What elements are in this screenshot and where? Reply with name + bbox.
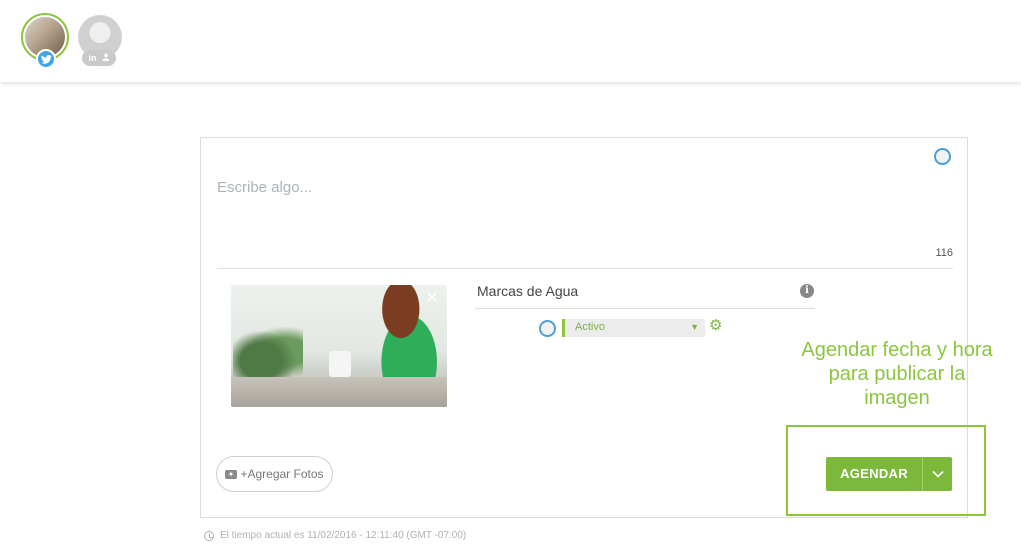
watermark-select[interactable]: Activo ▼: [562, 319, 705, 337]
watermark-title: Marcas de Agua: [477, 283, 579, 299]
post-text-input[interactable]: [217, 172, 917, 202]
annotation-text: Agendar fecha y hora para publicar la im…: [801, 339, 993, 409]
gear-icon[interactable]: ⚙: [709, 318, 722, 334]
add-photos-label: +Agregar Fotos: [240, 467, 324, 481]
linkedin-badge: in: [82, 50, 116, 66]
watermark-selected-value: Activo: [575, 321, 605, 333]
character-counter: 116: [935, 247, 953, 259]
caret-down-icon: ▼: [690, 322, 699, 332]
annotation-highlight-box: [786, 425, 986, 516]
divider: [217, 268, 953, 269]
clock-icon: [204, 530, 214, 541]
linkedin-icon: in: [88, 53, 97, 63]
account-bar: in: [0, 0, 1021, 82]
info-icon[interactable]: i: [800, 284, 814, 298]
attached-photo: ×: [231, 285, 447, 407]
user-icon: [102, 53, 110, 63]
twitter-icon: [36, 49, 56, 69]
remove-photo-icon[interactable]: ×: [423, 288, 441, 308]
selected-profile-icon[interactable]: [934, 148, 951, 165]
divider: [475, 308, 815, 309]
current-time-row: El tiempo actual es 11/02/2016 - 12:11:4…: [204, 530, 466, 541]
profile-icon: [539, 320, 556, 337]
current-time-text: El tiempo actual es 11/02/2016 - 12:11:4…: [220, 530, 467, 541]
add-photos-button[interactable]: +Agregar Fotos: [216, 456, 333, 492]
camera-icon: [225, 469, 238, 479]
